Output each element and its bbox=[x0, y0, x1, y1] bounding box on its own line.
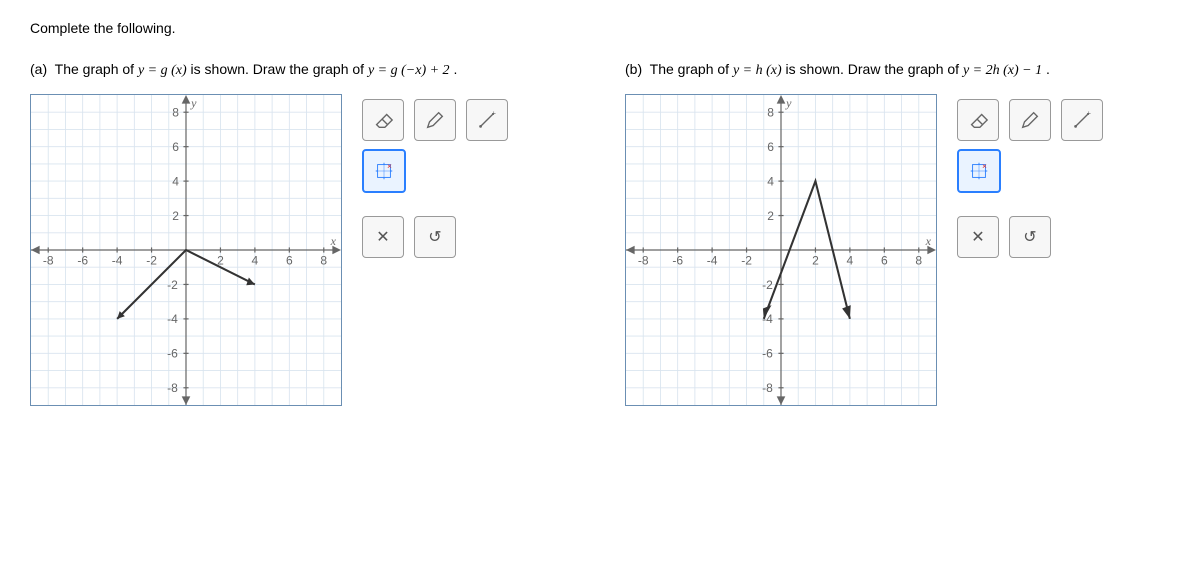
tick-y-4-b: 4 bbox=[767, 174, 774, 188]
problems-container: (a) The graph of y = g (x) is shown. Dra… bbox=[30, 61, 1170, 406]
eq-a-1: y = g (x) bbox=[138, 63, 187, 78]
x-axis-label-a: x bbox=[330, 234, 337, 248]
prompt-b: (b) The graph of y = h (x) is shown. Dra… bbox=[625, 61, 1170, 79]
tick-x-n6: -6 bbox=[77, 254, 88, 268]
tick-x-n4: -4 bbox=[112, 254, 123, 268]
tick-x-6: 6 bbox=[286, 254, 293, 268]
clear-button[interactable]: ✕ bbox=[957, 216, 999, 258]
prompt-a: (a) The graph of y = g (x) is shown. Dra… bbox=[30, 61, 575, 79]
tick-x-n4-b: -4 bbox=[707, 254, 718, 268]
zoom-tool-button[interactable]: ✕ bbox=[957, 149, 1001, 193]
line-tool-button[interactable]: + bbox=[1061, 99, 1103, 141]
pen-tool-button[interactable] bbox=[414, 99, 456, 141]
tick-y-8: 8 bbox=[172, 106, 179, 120]
tick-y-2-b: 2 bbox=[767, 209, 774, 223]
close-icon: ✕ bbox=[376, 227, 389, 247]
tick-y-n4-b: -4 bbox=[762, 312, 773, 326]
eq-b-1: y = h (x) bbox=[733, 63, 782, 78]
close-icon: ✕ bbox=[971, 227, 984, 247]
toolbar-a: + ✕ ✕ bbox=[362, 94, 508, 258]
tick-x-8-b: 8 bbox=[915, 254, 922, 268]
svg-text:+: + bbox=[492, 109, 496, 117]
reset-button[interactable]: ↺ bbox=[1009, 216, 1051, 258]
tick-x-6-b: 6 bbox=[881, 254, 888, 268]
tick-y-n6-b: -6 bbox=[762, 347, 773, 361]
tick-x-n2-b: -2 bbox=[741, 254, 752, 268]
clear-button[interactable]: ✕ bbox=[362, 216, 404, 258]
tick-x-2-b: 2 bbox=[812, 254, 819, 268]
label-a: (a) bbox=[30, 61, 47, 77]
prompt-a-suffix: . bbox=[453, 61, 457, 77]
line-icon: + bbox=[476, 109, 498, 131]
graph-a[interactable]: -8 -6 -4 -2 2 4 6 8 8 6 4 2 -2 -4 -6 -8 bbox=[30, 94, 342, 406]
eq-a-2: y = g (−x) + 2 bbox=[368, 63, 450, 78]
tick-x-2: 2 bbox=[217, 254, 224, 268]
tick-y-6: 6 bbox=[172, 140, 179, 154]
tick-y-n2: -2 bbox=[167, 278, 178, 292]
tick-y-6-b: 6 bbox=[767, 140, 774, 154]
line-icon: + bbox=[1071, 109, 1093, 131]
tick-y-n8-b: -8 bbox=[762, 381, 773, 395]
tick-x-n2: -2 bbox=[146, 254, 157, 268]
tick-y-4: 4 bbox=[172, 174, 179, 188]
prompt-b-suffix: . bbox=[1046, 61, 1050, 77]
eraser-tool-button[interactable] bbox=[362, 99, 404, 141]
pen-icon bbox=[424, 109, 446, 131]
tick-x-4-b: 4 bbox=[847, 254, 854, 268]
prompt-b-mid: is shown. Draw the graph of bbox=[786, 61, 963, 77]
zoom-icon: ✕ bbox=[373, 160, 395, 182]
tick-x-8: 8 bbox=[320, 254, 327, 268]
reset-button[interactable]: ↺ bbox=[414, 216, 456, 258]
problem-a: (a) The graph of y = g (x) is shown. Dra… bbox=[30, 61, 575, 406]
problem-b: (b) The graph of y = h (x) is shown. Dra… bbox=[625, 61, 1170, 406]
prompt-a-mid: is shown. Draw the graph of bbox=[191, 61, 368, 77]
svg-text:✕: ✕ bbox=[387, 163, 392, 170]
prompt-b-prefix: The graph of bbox=[650, 61, 733, 77]
tick-y-n6: -6 bbox=[167, 347, 178, 361]
y-axis-label-b: y bbox=[785, 96, 792, 110]
line-tool-button[interactable]: + bbox=[466, 99, 508, 141]
prompt-a-prefix: The graph of bbox=[55, 61, 138, 77]
toolbar-b: + ✕ ✕ bbox=[957, 94, 1103, 258]
zoom-icon: ✕ bbox=[968, 160, 990, 182]
pen-tool-button[interactable] bbox=[1009, 99, 1051, 141]
instruction-text: Complete the following. bbox=[30, 20, 1170, 36]
tick-x-4: 4 bbox=[252, 254, 259, 268]
svg-text:+: + bbox=[1087, 109, 1091, 117]
tick-x-n6-b: -6 bbox=[672, 254, 683, 268]
eraser-tool-button[interactable] bbox=[957, 99, 999, 141]
tick-y-2: 2 bbox=[172, 209, 179, 223]
tick-x-n8: -8 bbox=[43, 254, 54, 268]
eraser-icon bbox=[967, 109, 989, 131]
reset-icon: ↺ bbox=[428, 227, 441, 247]
tick-y-8-b: 8 bbox=[767, 106, 774, 120]
x-axis-label-b: x bbox=[925, 234, 932, 248]
y-axis-label-a: y bbox=[190, 96, 197, 110]
tick-y-n8: -8 bbox=[167, 381, 178, 395]
label-b: (b) bbox=[625, 61, 642, 77]
eraser-icon bbox=[372, 109, 394, 131]
tick-y-n2-b: -2 bbox=[762, 278, 773, 292]
tick-y-n4: -4 bbox=[167, 312, 178, 326]
eq-b-2: y = 2h (x) − 1 bbox=[963, 63, 1042, 78]
zoom-tool-button[interactable]: ✕ bbox=[362, 149, 406, 193]
graph-b[interactable]: -8 -6 -4 -2 2 4 6 8 8 6 4 2 -2 -4 -6 -8 bbox=[625, 94, 937, 406]
pen-icon bbox=[1019, 109, 1041, 131]
svg-text:✕: ✕ bbox=[982, 163, 987, 170]
tick-x-n8-b: -8 bbox=[638, 254, 649, 268]
reset-icon: ↺ bbox=[1023, 227, 1036, 247]
